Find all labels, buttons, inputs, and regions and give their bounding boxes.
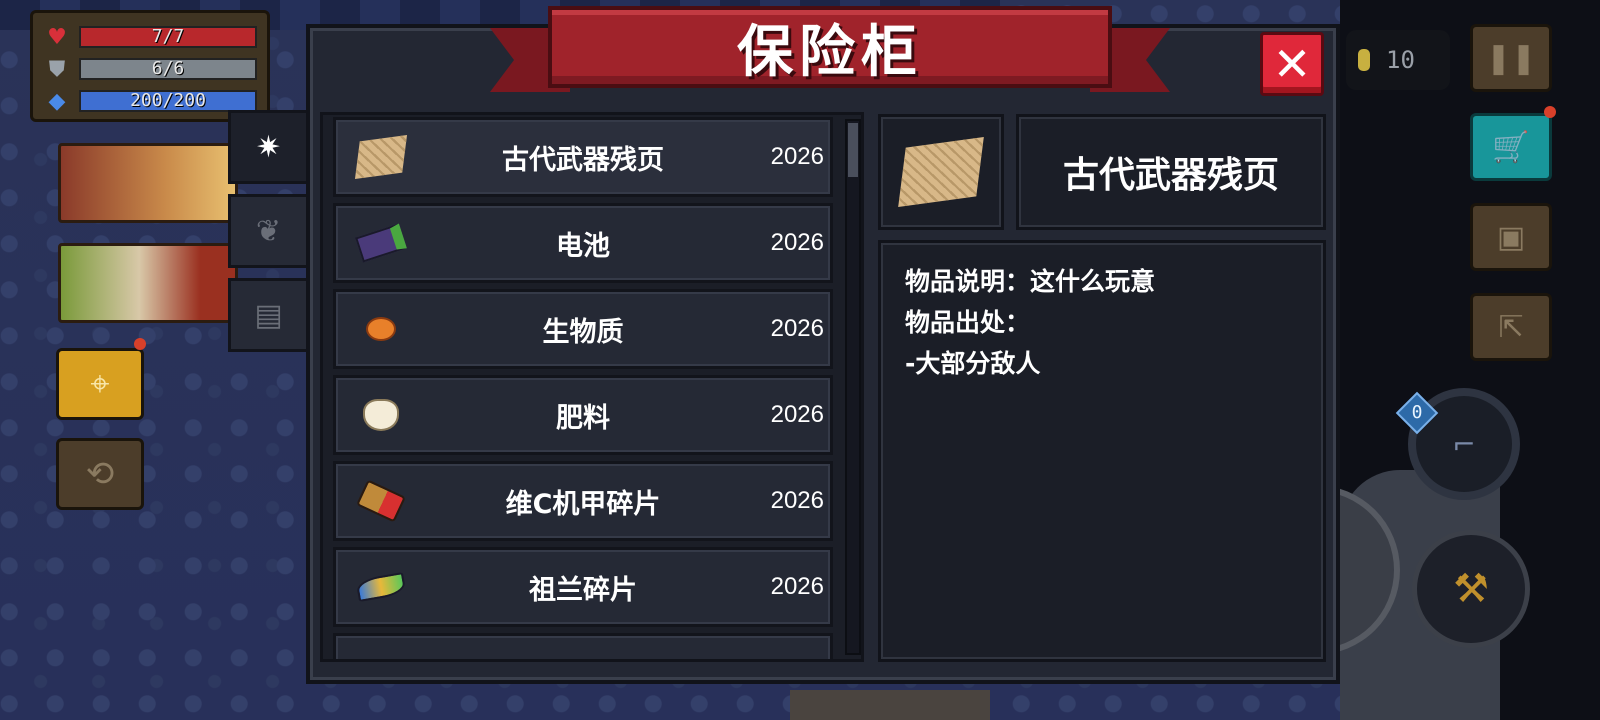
health-bar: 7/7 (79, 26, 257, 48)
detail-icon-box (878, 114, 1004, 230)
item-name: 肥料 (556, 402, 610, 434)
item-source-label: 物品出处： (905, 308, 1031, 337)
armor-value: 6/6 (151, 58, 185, 79)
parchment-icon (898, 137, 984, 207)
armor-row: ⛊ 6/6 (43, 53, 257, 85)
list-item-partial[interactable] (333, 633, 833, 659)
armor-bar: 6/6 (79, 58, 257, 80)
health-value: 7/7 (151, 26, 185, 47)
close-button[interactable]: ✕ (1260, 32, 1324, 96)
skill-icon: ⚒ (1453, 566, 1489, 612)
coin-value: 10 (1386, 46, 1415, 74)
close-icon: ✕ (1272, 37, 1312, 91)
item-name: 电池 (556, 230, 610, 262)
character-portrait-2[interactable] (58, 243, 238, 323)
scrollbar-thumb[interactable] (848, 123, 858, 177)
vault-title: 保险柜 (737, 19, 923, 85)
list-item[interactable]: 维C机甲碎片 2026 (333, 461, 833, 541)
shop-button[interactable]: 🛒 (1470, 113, 1552, 181)
item-name: 维C机甲碎片 (505, 488, 661, 520)
mech-fragment-icon (356, 478, 406, 524)
fertilizer-icon (356, 392, 406, 438)
item-count: 2026 (770, 315, 824, 342)
tab-tickets[interactable]: ▤ (228, 278, 306, 352)
list-item[interactable]: 生物质 2026 (333, 289, 833, 369)
item-name: 生物质 (542, 316, 624, 348)
pause-button[interactable]: ❚❚ (1470, 24, 1552, 92)
skill-button[interactable]: ⚒ (1412, 530, 1530, 648)
heart-icon: ♥ (47, 24, 67, 50)
player-stats-panel: ♥ 7/7 ⛊ 6/6 ◆ 200/200 (30, 10, 270, 122)
exit-icon: ⇱ (1498, 309, 1524, 345)
health-row: ♥ 7/7 (43, 21, 257, 53)
parchment-icon (354, 134, 408, 180)
swap-icon: ⟲ (85, 454, 115, 494)
floor-strip (790, 690, 990, 720)
profile-button[interactable]: ▣ (1470, 203, 1552, 271)
item-count: 2026 (770, 401, 824, 428)
coin-icon (1358, 49, 1370, 71)
vault-item-list[interactable]: 古代武器残页 2026 电池 2026 生物质 2026 肥料 2026 维C机… (320, 112, 864, 662)
scrollbar[interactable] (845, 119, 861, 655)
notification-dot (134, 338, 146, 350)
detail-description-box: 物品说明：这什么玩意 物品出处： -大部分敌人 (878, 240, 1326, 662)
weapon-energy-cost: 0 (1411, 402, 1423, 423)
swap-button[interactable]: ⟲ (56, 438, 144, 510)
item-count: 2026 (770, 573, 824, 600)
banner-ribbon: 保险柜 (548, 6, 1112, 88)
item-count: 2026 (770, 143, 824, 170)
profile-icon: ▣ (1496, 219, 1526, 255)
detail-item-name: 古代武器残页 (1062, 155, 1279, 196)
shield-icon: ⛊ (48, 56, 66, 82)
location-button[interactable]: ⌖ (56, 348, 144, 420)
item-count: 2026 (770, 229, 824, 256)
coin-counter: 10 (1346, 30, 1450, 90)
energy-crystal-icon: ◆ (48, 88, 66, 114)
list-item[interactable]: 肥料 2026 (333, 375, 833, 455)
item-description: 物品说明：这什么玩意 (905, 267, 1156, 296)
gun-icon: ⌐ (1452, 427, 1476, 461)
list-item[interactable]: 电池 2026 (333, 203, 833, 283)
tab-plants[interactable]: ❦ (228, 194, 306, 268)
location-pin-icon: ⌖ (90, 364, 110, 404)
item-source: -大部分敌人 (905, 349, 1041, 378)
ticket-icon: ▤ (254, 297, 283, 333)
energy-row: ◆ 200/200 (43, 85, 257, 117)
detail-name-box: 古代武器残页 (1016, 114, 1326, 230)
battery-icon (355, 220, 407, 266)
item-name: 祖兰碎片 (529, 574, 637, 606)
item-count: 2026 (770, 487, 824, 514)
list-item[interactable]: 祖兰碎片 2026 (333, 547, 833, 627)
plant-icon: ❦ (255, 213, 282, 249)
biomass-icon (356, 306, 406, 352)
zulan-fragment-icon (355, 564, 407, 610)
vault-title-banner: 保险柜 (490, 6, 1170, 102)
exit-button[interactable]: ⇱ (1470, 293, 1552, 361)
tab-materials[interactable]: ✷ (228, 110, 306, 184)
energy-bar: 200/200 (79, 90, 257, 112)
shopping-cart-icon: 🛒 (1492, 129, 1530, 165)
character-portrait-1[interactable] (58, 143, 238, 223)
shop-notification-dot (1544, 106, 1556, 118)
pause-icon: ❚❚ (1485, 40, 1537, 76)
list-item[interactable]: 古代武器残页 2026 (333, 117, 833, 197)
item-name: 古代武器残页 (502, 144, 664, 176)
material-icon: ✷ (255, 129, 282, 165)
energy-value: 200/200 (130, 90, 206, 111)
